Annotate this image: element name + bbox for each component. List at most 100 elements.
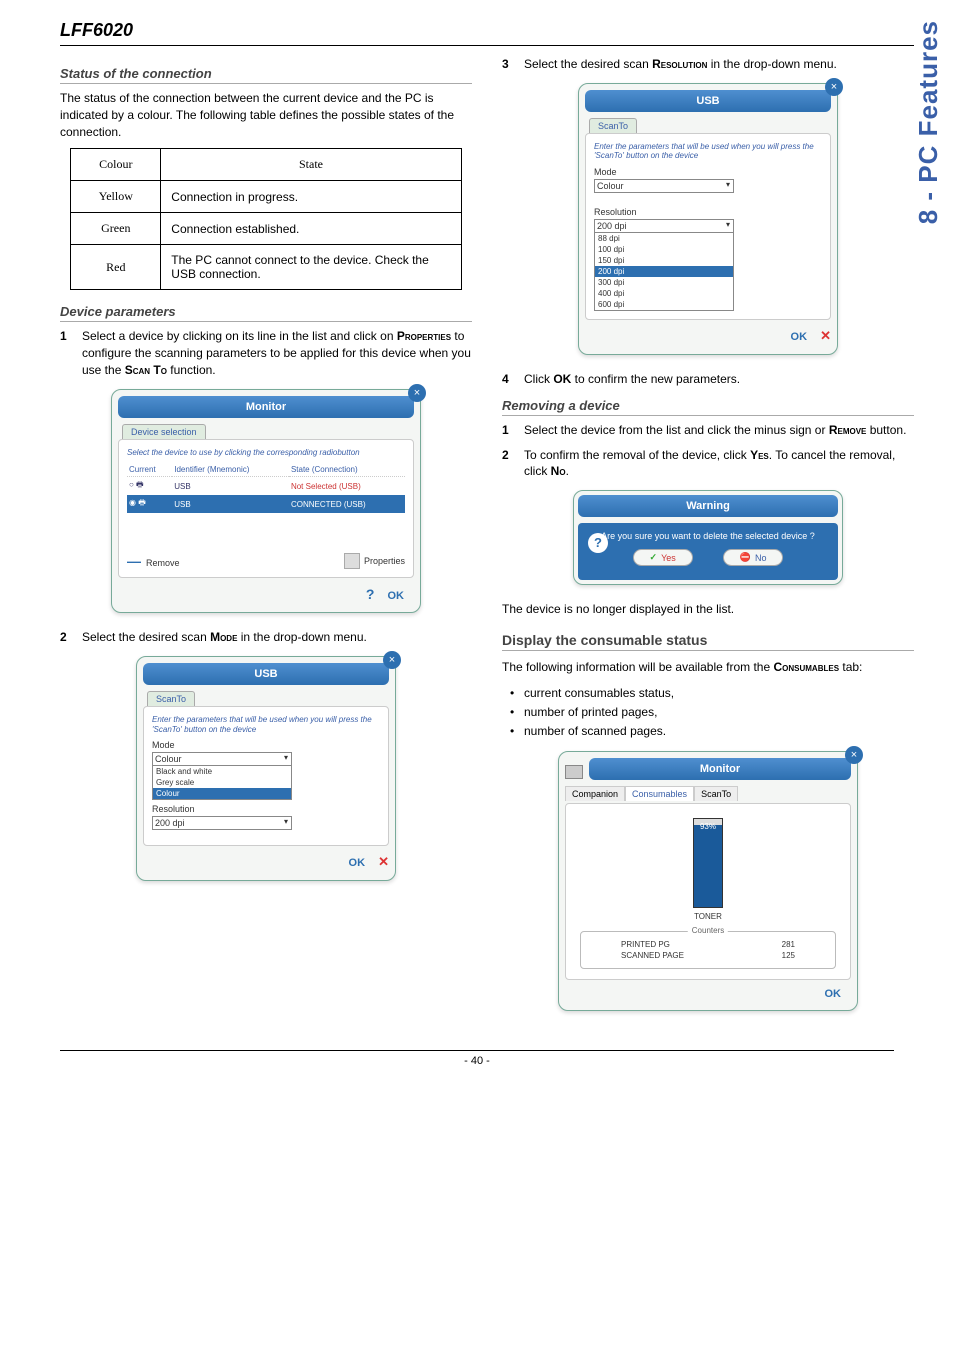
- resolution-select[interactable]: 200 dpi: [152, 816, 292, 830]
- res-option-selected[interactable]: 200 dpi: [595, 266, 733, 277]
- panel-hint: Enter the parameters that will be used w…: [152, 715, 380, 734]
- tabs: CompanionConsumablesScanTo: [565, 786, 851, 801]
- dialog-usb: × USB ScanTo Enter the parameters that w…: [136, 656, 396, 881]
- warning-message: Are you sure you want to delete the sele…: [586, 531, 830, 541]
- res-option[interactable]: 150 dpi: [595, 255, 733, 266]
- device-list: Current Identifier (Mnemonic) State (Con…: [127, 463, 405, 513]
- consumables-panel: 93% TONER Counters PRINTED PG 281 SCAN: [565, 803, 851, 980]
- state-red: The PC cannot connect to the device. Che…: [161, 245, 461, 290]
- radio-icon[interactable]: ○ 🖶: [127, 477, 172, 496]
- radio-icon[interactable]: ◉ 🖶: [127, 495, 172, 513]
- toner-percent: 93%: [694, 822, 722, 831]
- device-params-heading: Device parameters: [60, 304, 472, 322]
- step-body: Select a device by clicking on its line …: [82, 328, 472, 378]
- res-option[interactable]: 400 dpi: [595, 288, 733, 299]
- colour-green: Green: [71, 213, 161, 245]
- removing-heading: Removing a device: [502, 398, 914, 416]
- panel-hint: Select the device to use by clicking the…: [127, 448, 405, 458]
- screenshot-monitor-devices: × Monitor Device selection Select the de…: [111, 389, 421, 614]
- table-row: Yellow Connection in progress.: [71, 181, 461, 213]
- page-number: - 40 -: [464, 1055, 490, 1067]
- dialog-title: USB: [585, 90, 831, 112]
- mode-option-selected[interactable]: Colour: [153, 788, 291, 799]
- mode-dropdown[interactable]: Black and white Grey scale Colour: [152, 766, 292, 800]
- step-4: 4 Click OK to confirm the new parameters…: [502, 371, 914, 388]
- properties-button[interactable]: Properties: [344, 553, 405, 569]
- no-icon: ⛔: [740, 552, 751, 563]
- th-colour: Colour: [71, 149, 161, 181]
- resolution-label: Resolution: [594, 207, 822, 217]
- step-body: Click OK to confirm the new parameters.: [524, 371, 914, 388]
- no-button[interactable]: ⛔No: [723, 549, 784, 566]
- close-icon[interactable]: ×: [383, 651, 401, 669]
- col-identifier: Identifier (Mnemonic): [172, 463, 289, 477]
- bullet: number of scanned pages.: [510, 722, 914, 741]
- colour-yellow: Yellow: [71, 181, 161, 213]
- cancel-icon[interactable]: ✕: [820, 328, 831, 343]
- tab-companion[interactable]: Companion: [565, 786, 625, 801]
- removing-step-1: 1 Select the device from the list and cl…: [502, 422, 914, 439]
- step-number: 1: [60, 328, 82, 378]
- footer-rule: [60, 1050, 894, 1051]
- close-icon[interactable]: ×: [825, 78, 843, 96]
- tab-scanto[interactable]: ScanTo: [147, 691, 195, 706]
- dialog-title: USB: [143, 663, 389, 685]
- step-2: 2 Select the desired scan Mode in the dr…: [60, 629, 472, 646]
- table-row: Red The PC cannot connect to the device.…: [71, 245, 461, 290]
- screenshot-usb-mode: × USB ScanTo Enter the parameters that w…: [136, 656, 396, 881]
- mode-select[interactable]: Colour: [594, 179, 734, 193]
- removing-step-2: 2 To confirm the removal of the device, …: [502, 447, 914, 481]
- ok-button[interactable]: OK: [349, 857, 366, 869]
- page: LFF6020 8 - PC Features Status of the co…: [0, 0, 954, 1087]
- yes-button[interactable]: ✓Yes: [633, 549, 693, 566]
- resolution-dropdown[interactable]: 88 dpi 100 dpi 150 dpi 200 dpi 300 dpi 4…: [594, 233, 734, 311]
- device-row[interactable]: ○ 🖶 USB Not Selected (USB): [127, 477, 405, 496]
- dialog-title: Monitor: [118, 396, 414, 418]
- res-option[interactable]: 300 dpi: [595, 277, 733, 288]
- close-icon[interactable]: ×: [845, 746, 863, 764]
- mode-option[interactable]: Grey scale: [153, 777, 291, 788]
- table-row: Green Connection established.: [71, 213, 461, 245]
- dialog-buttons: OK ✕: [143, 854, 389, 870]
- state-yellow: Connection in progress.: [161, 181, 461, 213]
- tab-scanto[interactable]: ScanTo: [589, 118, 637, 133]
- steps-right-2: 4 Click OK to confirm the new parameters…: [502, 371, 914, 388]
- dialog-buttons: OK ✕: [585, 328, 831, 344]
- res-option[interactable]: 88 dpi: [595, 233, 733, 244]
- resolution-label: Resolution: [152, 804, 380, 814]
- status-heading: Status of the connection: [60, 66, 472, 84]
- help-icon[interactable]: ?: [366, 586, 375, 602]
- side-tab: 8 - PC Features: [913, 20, 944, 224]
- tab-consumables[interactable]: Consumables: [625, 786, 694, 801]
- top-rule: [60, 45, 914, 46]
- tab-scanto[interactable]: ScanTo: [694, 786, 738, 801]
- ok-button[interactable]: OK: [791, 331, 808, 343]
- warning-body: ? Are you sure you want to delete the se…: [578, 523, 838, 580]
- th-state: State: [161, 149, 461, 181]
- ok-button[interactable]: OK: [825, 988, 842, 1000]
- footer: - 40 -: [0, 1050, 954, 1067]
- resolution-select[interactable]: 200 dpi: [594, 219, 734, 233]
- step-number: 2: [60, 629, 82, 646]
- steps-right-1: 3 Select the desired scan Resolution in …: [502, 56, 914, 73]
- scanned-label: SCANNED PAGE: [621, 951, 684, 960]
- cancel-icon[interactable]: ✕: [378, 854, 389, 869]
- res-option[interactable]: 600 dpi: [595, 299, 733, 310]
- columns: Status of the connection The status of t…: [60, 56, 914, 1027]
- remove-button[interactable]: — Remove: [127, 553, 180, 569]
- ok-button[interactable]: OK: [388, 590, 405, 602]
- mode-option[interactable]: Black and white: [153, 766, 291, 777]
- mode-label: Mode: [594, 167, 822, 177]
- tab-device-selection[interactable]: Device selection: [122, 424, 206, 439]
- device-row-selected[interactable]: ◉ 🖶 USB CONNECTED (USB): [127, 495, 405, 513]
- res-option[interactable]: 100 dpi: [595, 244, 733, 255]
- panel-hint: Enter the parameters that will be used w…: [594, 142, 822, 161]
- printed-row: PRINTED PG 281: [621, 940, 795, 949]
- step-body: Select the device from the list and clic…: [524, 422, 914, 439]
- consumable-heading: Display the consumable status: [502, 632, 914, 651]
- properties-icon: [344, 553, 360, 569]
- mode-select[interactable]: Colour: [152, 752, 292, 766]
- step-3: 3 Select the desired scan Resolution in …: [502, 56, 914, 73]
- scanned-row: SCANNED PAGE 125: [621, 951, 795, 960]
- close-icon[interactable]: ×: [408, 384, 426, 402]
